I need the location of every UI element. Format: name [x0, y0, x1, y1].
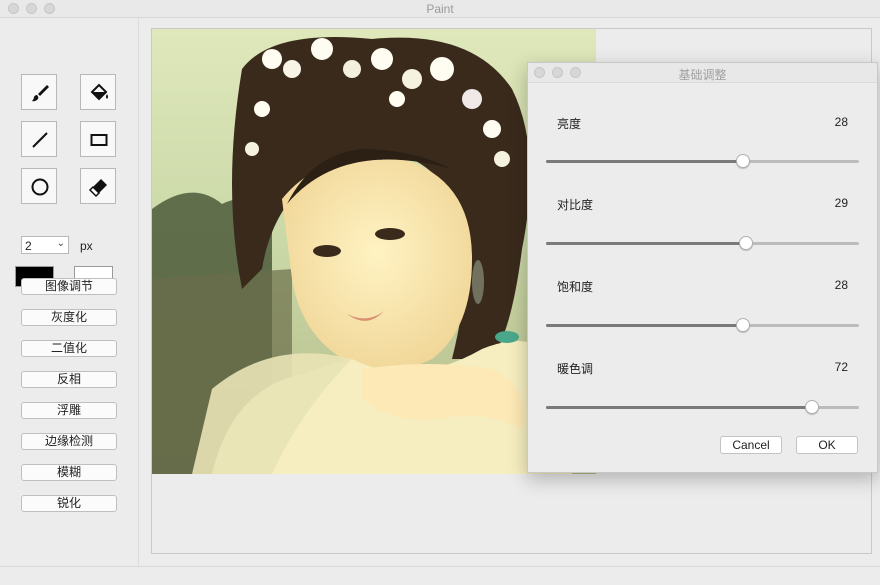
brush-icon — [32, 85, 49, 102]
circle-icon — [31, 178, 49, 196]
emboss-button[interactable]: 浮雕 — [21, 402, 117, 419]
saturation-label: 饱和度 — [557, 280, 594, 294]
edge-detect-button[interactable]: 边缘检测 — [21, 433, 117, 450]
brightness-slider-knob[interactable] — [736, 154, 751, 168]
blur-button[interactable]: 模糊 — [21, 464, 117, 481]
warmth-slider-knob[interactable] — [805, 400, 820, 414]
brightness-slider[interactable] — [546, 154, 859, 168]
warmth-slider-fill — [546, 406, 813, 409]
rectangle-icon — [90, 134, 108, 146]
window-titlebar: Paint — [0, 0, 880, 18]
eraser-icon — [88, 179, 107, 198]
window-title: Paint — [426, 2, 454, 16]
size-unit-label: px — [80, 239, 93, 253]
dialog-title: 基础调整 — [678, 68, 727, 82]
cancel-button[interactable]: Cancel — [720, 436, 782, 454]
status-bar — [0, 566, 880, 585]
saturation-slider-knob[interactable] — [736, 318, 751, 332]
saturation-slider[interactable] — [546, 318, 859, 332]
contrast-slider[interactable] — [546, 236, 859, 250]
circle-tool-button[interactable] — [21, 168, 57, 204]
line-icon — [32, 132, 48, 148]
eraser-tool-button[interactable] — [80, 168, 116, 204]
brush-size-value: 2 — [25, 239, 32, 253]
saturation-value: 28 — [834, 278, 848, 292]
fill-tool-button[interactable] — [80, 74, 116, 110]
contrast-label: 对比度 — [557, 198, 594, 212]
brush-tool-button[interactable] — [21, 74, 57, 110]
fill-bucket-icon — [90, 83, 108, 101]
binarize-button[interactable]: 二值化 — [21, 340, 117, 357]
basic-adjust-dialog: 基础调整 亮度 28 对比度 29 饱和度 28 暖色调 72 Cancel O… — [527, 62, 878, 473]
invert-button[interactable]: 反相 — [21, 371, 117, 388]
tool-panel: 2 ⌄ px 图像调节 灰度化 二值化 反相 浮雕 边缘检测 模糊 锐化 — [0, 18, 139, 566]
sharpen-button[interactable]: 锐化 — [21, 495, 117, 512]
ok-button[interactable]: OK — [796, 436, 858, 454]
dialog-titlebar: 基础调整 — [528, 63, 877, 83]
saturation-slider-fill — [546, 324, 744, 327]
warmth-slider[interactable] — [546, 400, 859, 414]
line-tool-button[interactable] — [21, 121, 57, 157]
contrast-slider-fill — [546, 242, 747, 245]
grayscale-button[interactable]: 灰度化 — [21, 309, 117, 326]
warmth-value: 72 — [834, 360, 848, 374]
warmth-label: 暖色调 — [557, 362, 594, 376]
image-adjust-button[interactable]: 图像调节 — [21, 278, 117, 295]
contrast-value: 29 — [834, 196, 848, 210]
chevron-down-icon: ⌄ — [56, 238, 65, 249]
rectangle-tool-button[interactable] — [80, 121, 116, 157]
brightness-slider-fill — [546, 160, 744, 163]
contrast-slider-knob[interactable] — [739, 236, 754, 250]
brightness-label: 亮度 — [557, 117, 582, 131]
brightness-value: 28 — [834, 115, 848, 129]
brush-size-select[interactable]: 2 ⌄ — [21, 236, 69, 254]
